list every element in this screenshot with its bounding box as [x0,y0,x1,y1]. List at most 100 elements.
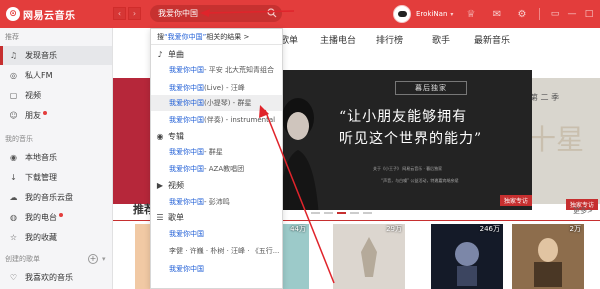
result-keyword: 我爱你中国 [169,198,204,206]
exclusive-badge: 独家专访 [500,195,532,206]
sidebar-item-label: 我的电台 [25,213,57,222]
chevron-down-icon: ▾ [450,10,454,18]
more-link[interactable]: 更多> [573,206,593,216]
forward-button[interactable]: › [128,7,141,20]
avatar[interactable] [393,5,411,23]
mini-mode-icon[interactable]: ▭ [548,7,562,21]
sidebar-item-fm[interactable]: ◎ 私人FM [0,66,112,85]
result-keyword: 我爱你中国 [169,265,204,273]
category-label: 单曲 [168,49,184,59]
add-playlist-icon[interactable]: + [88,254,98,264]
top-bar: ⊙ 网易云音乐 ‹ › 我爱你中国 ErokiNan ▾ ♕ ✉ ⚙ ▭ — □ [0,0,600,28]
video-icon: ▢ [9,91,18,100]
sidebar-item-label: 朋友 [25,111,41,120]
tab-charts[interactable]: 排行榜 [376,33,403,46]
play-count: 29万 [386,225,402,233]
cloud-icon: ☁ [9,193,18,202]
search-all-results-link[interactable]: 搜“我爱你中国”相关的结果 > [157,32,249,42]
back-button[interactable]: ‹ [113,7,126,20]
playlist-card[interactable]: 2万 [512,224,584,289]
annotation-arrow-search [200,9,295,17]
sidebar-item-liked[interactable]: ♡ 我喜欢的音乐 [0,268,112,287]
sidebar-item-label: 我的收藏 [25,233,57,242]
sidebar-item-discover[interactable]: ♫ 发现音乐 [0,46,112,65]
search-value: 我爱你中国 [158,9,198,18]
result-keyword: 我爱你中国 [169,84,204,92]
settings-icon[interactable]: ⚙ [515,7,529,21]
tab-artists[interactable]: 歌手 [432,33,450,46]
banner-caption-2: “声音，与白噪” 公益活动，特邀嘉宾胡彦斌 [381,178,459,183]
search-suffix: 相关的结果 > [206,33,250,41]
result-text: - 彭沛鸣 [204,198,230,206]
message-icon[interactable]: ✉ [490,7,504,21]
carousel-dot[interactable] [363,212,372,214]
category-label: 专辑 [168,131,184,141]
playlist-card[interactable]: 246万 [431,224,503,289]
my-radio-icon: ◍ [10,213,17,222]
sidebar-item-my-radio[interactable]: ◍ 我的电台 [0,208,112,227]
carousel-dot[interactable] [350,212,359,214]
notification-dot [59,212,63,217]
banner-right-text: 第 二 季 [530,93,560,102]
song-result[interactable]: 我爱你中国 - 平安 北大荒知青组合 [169,62,281,78]
maximize-icon[interactable]: □ [582,7,596,21]
user-menu[interactable]: ErokiNan ▾ [393,5,453,23]
sidebar-item-video[interactable]: ▢ 视频 [0,86,112,105]
category-albums: ◉ 专辑 [155,129,185,143]
sidebar-section-recommend: 推荐 [5,33,19,41]
category-songs: ♪ 单曲 [155,47,184,61]
skin-icon[interactable]: ♕ [464,7,478,21]
sidebar-section-my-music: 我的音乐 [5,135,33,143]
banner-line-2: 听见这个世界的能力” [339,131,483,147]
notification-dot [43,110,47,115]
sidebar-item-label: 视频 [25,91,41,100]
banner-line-1: “让小朋友能够拥有 [339,109,468,125]
friends-icon: ☺ [9,111,18,120]
result-text: - AZA教唱团 [204,165,245,173]
sidebar-section-playlists: 创建的歌单 [5,255,40,263]
music-note-icon: ♫ [9,51,18,60]
heart-icon: ♡ [9,273,18,282]
sidebar-item-label: 我喜欢的音乐 [25,273,73,282]
result-keyword: 我爱你中国 [169,165,204,173]
result-keyword: 我爱你中国 [169,66,204,74]
sidebar-item-cloud[interactable]: ☁ 我的音乐云盘 [0,188,112,207]
app-logo[interactable]: ⊙ 网易云音乐 [6,6,76,22]
local-music-icon: ◉ [10,153,17,162]
result-keyword: 我爱你中国 [169,99,204,107]
banner-right-title: 十星 [528,123,585,156]
app-name: 网易云音乐 [23,10,76,22]
sidebar-item-local[interactable]: ◉ 本地音乐 [0,148,112,167]
sidebar-item-label: 我的音乐云盘 [25,193,73,202]
play-count: 246万 [479,225,500,233]
result-keyword: 我爱你中国 [169,116,204,124]
result-keyword: 我爱你中国 [169,148,204,156]
playlist-icon: ☰ [156,212,164,222]
anime-image [455,242,479,286]
sidebar: 推荐 ♫ 发现音乐 ◎ 私人FM ▢ 视频 ☺ 朋友 我的音乐 ◉ 本地音乐 ↓… [0,28,113,289]
category-label: 歌单 [168,212,184,222]
banner-subtitle: 暮后独家 [395,81,467,95]
collapse-icon[interactable]: ▾ [102,255,106,263]
album-icon: ◉ [156,131,164,141]
sidebar-item-label: 发现音乐 [25,51,57,60]
result-text: - 群星 [204,148,223,156]
search-prefix: 搜 [157,33,164,41]
category-label: 视频 [168,180,184,190]
result-text: (小提琴) - 群星 [204,99,252,107]
minimize-icon[interactable]: — [565,7,579,21]
tab-radio[interactable]: 主播电台 [320,33,356,46]
sidebar-item-friends[interactable]: ☺ 朋友 [0,106,112,125]
tab-new-music[interactable]: 最新音乐 [474,33,510,46]
sidebar-item-collection[interactable]: ☆ 我的收藏 [0,228,112,247]
category-playlists: ☰ 歌单 [155,210,184,224]
sidebar-item-label: 本地音乐 [25,153,57,162]
song-result[interactable]: 我爱你中国 (Live) - 汪峰 [169,80,281,96]
dropdown-divider [151,44,282,45]
sidebar-item-downloads[interactable]: ↓ 下载管理 [0,168,112,187]
category-videos: ▶ 视频 [155,178,184,192]
search-keyword: “我爱你中国” [164,33,207,41]
result-text: - 平安 北大荒知青组合 [204,66,274,74]
netease-logo-icon: ⊙ [6,7,20,21]
result-keyword: 我爱你中国 [169,230,204,238]
